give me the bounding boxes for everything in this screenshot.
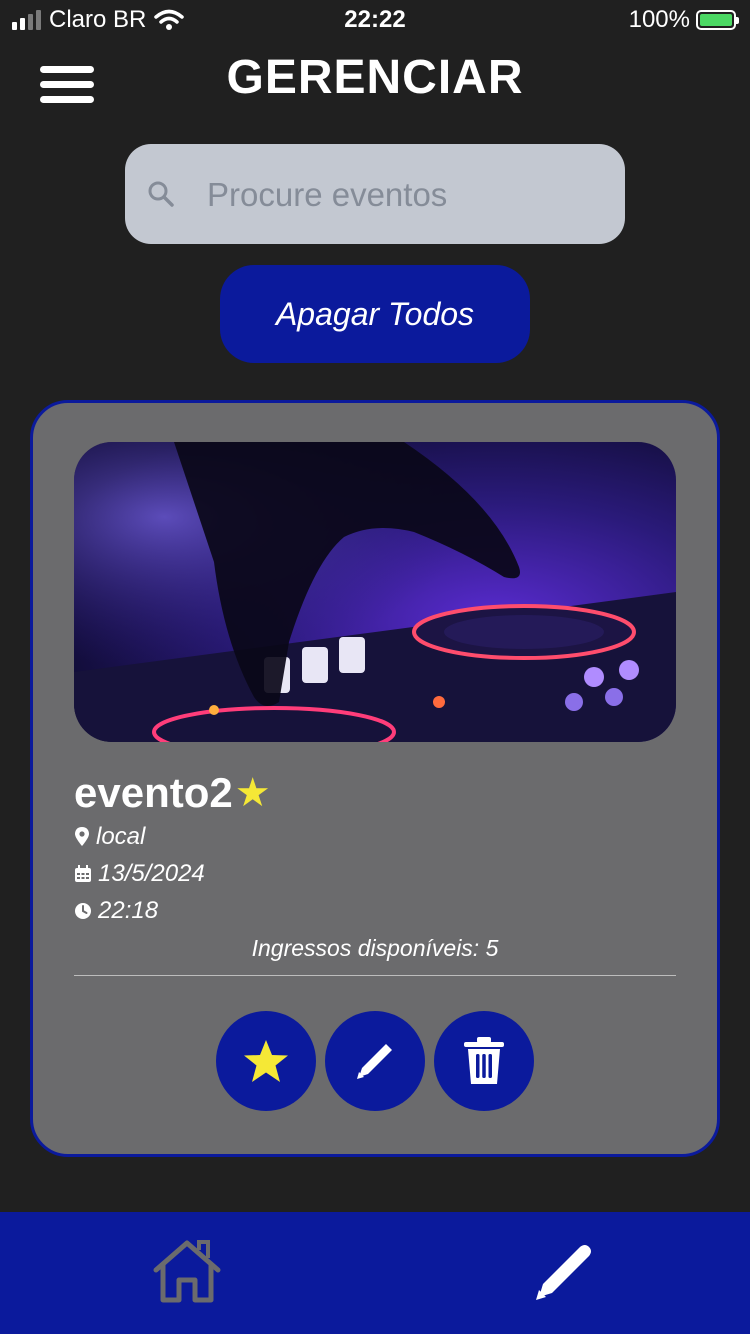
search-input[interactable] bbox=[205, 144, 609, 246]
nav-home-button[interactable] bbox=[150, 1238, 224, 1309]
card-divider bbox=[74, 975, 676, 976]
event-name-text: evento2 bbox=[74, 769, 233, 816]
event-location-text: local bbox=[96, 823, 146, 850]
delete-all-button[interactable]: Apagar Todos bbox=[220, 265, 530, 363]
battery-percent: 100% bbox=[628, 6, 690, 33]
calendar-icon bbox=[75, 865, 91, 882]
card-actions bbox=[33, 1011, 717, 1111]
event-location: local bbox=[74, 823, 145, 851]
event-time-text: 22:18 bbox=[98, 897, 159, 924]
favorite-star-icon: ★ bbox=[234, 771, 271, 815]
status-bar: Claro BR 22:22 100% bbox=[0, 0, 750, 44]
home-icon bbox=[153, 1240, 221, 1303]
search-icon bbox=[148, 181, 174, 207]
status-right: 100% bbox=[628, 6, 739, 34]
tickets-available: Ingressos disponíveis: 5 bbox=[251, 935, 499, 961]
delete-button[interactable] bbox=[434, 1011, 534, 1111]
edit-button[interactable] bbox=[325, 1011, 425, 1111]
search-bar[interactable] bbox=[125, 144, 625, 246]
star-icon bbox=[244, 1040, 288, 1082]
event-date: 13/5/2024 bbox=[74, 860, 205, 888]
pencil-icon bbox=[357, 1044, 392, 1079]
battery-icon bbox=[696, 10, 739, 30]
clock-icon bbox=[75, 903, 91, 919]
pencil-icon bbox=[536, 1245, 591, 1300]
page-title: GERENCIAR bbox=[226, 51, 524, 104]
event-card[interactable]: evento2 ★ local 13/5/2024 22:18 Ingresso… bbox=[30, 400, 720, 1157]
bottom-nav bbox=[0, 1212, 750, 1334]
nav-edit-button[interactable] bbox=[530, 1240, 596, 1311]
event-image bbox=[74, 442, 676, 742]
event-name: evento2 ★ bbox=[74, 769, 271, 817]
favorite-button[interactable] bbox=[216, 1011, 316, 1111]
event-date-text: 13/5/2024 bbox=[98, 860, 205, 887]
trash-icon bbox=[464, 1037, 504, 1084]
location-pin-icon bbox=[75, 827, 89, 846]
event-time: 22:18 bbox=[74, 897, 158, 925]
